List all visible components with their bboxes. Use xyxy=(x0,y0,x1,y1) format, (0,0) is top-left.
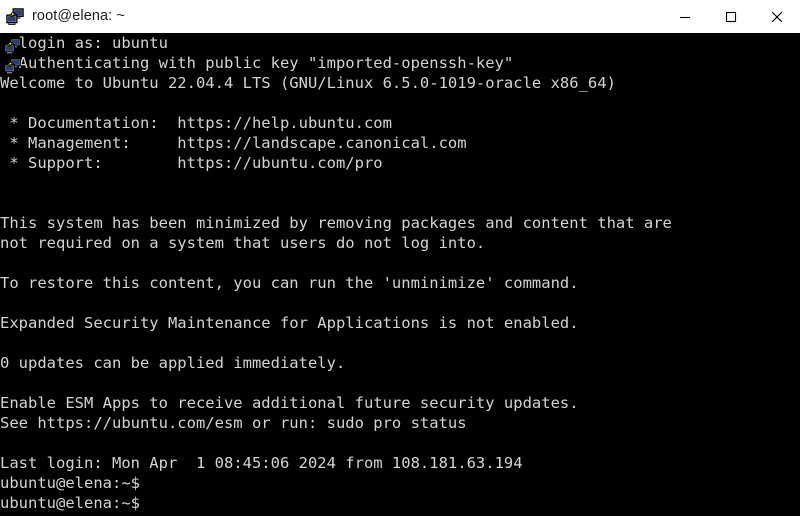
maximize-icon xyxy=(725,11,737,22)
terminal-line: ubuntu@elena:~$ xyxy=(0,494,140,512)
minimize-icon xyxy=(680,16,690,18)
window-titlebar[interactable]: root@elena: ~ xyxy=(0,0,800,33)
putty-icon xyxy=(6,7,24,25)
putty-terminal-window: root@elena: ~ login as: ubuntu Authentic… xyxy=(0,0,800,516)
terminal-line: * Documentation: https://help.ubuntu.com xyxy=(0,114,392,132)
terminal-line: Welcome to Ubuntu 22.04.4 LTS (GNU/Linux… xyxy=(0,74,616,92)
terminal-line: This system has been minimized by removi… xyxy=(0,214,672,232)
terminal-line: * Support: https://ubuntu.com/pro xyxy=(0,154,383,172)
minimize-button[interactable] xyxy=(662,0,708,33)
terminal-line: 0 updates can be applied immediately. xyxy=(0,354,346,372)
terminal-line: Last login: Mon Apr 1 08:45:06 2024 from… xyxy=(0,454,523,472)
terminal-line: See https://ubuntu.com/esm or run: sudo … xyxy=(0,414,467,432)
terminal-line: * Management: https://landscape.canonica… xyxy=(0,134,467,152)
close-button[interactable] xyxy=(754,0,800,33)
terminal-output: login as: ubuntu Authenticating with pub… xyxy=(0,33,672,513)
terminal-line: Expanded Security Maintenance for Applic… xyxy=(0,314,579,332)
window-controls xyxy=(662,0,800,33)
terminal-screen[interactable]: login as: ubuntu Authenticating with pub… xyxy=(0,33,800,516)
terminal-line: login as: ubuntu xyxy=(0,34,168,52)
maximize-button[interactable] xyxy=(708,0,754,33)
close-icon xyxy=(771,11,783,22)
terminal-line: not required on a system that users do n… xyxy=(0,234,486,252)
terminal-line: ubuntu@elena:~$ xyxy=(0,474,140,492)
terminal-line: Authenticating with public key "imported… xyxy=(0,54,514,72)
terminal-line: To restore this content, you can run the… xyxy=(0,274,579,292)
window-title: root@elena: ~ xyxy=(32,8,126,25)
terminal-line: Enable ESM Apps to receive additional fu… xyxy=(0,394,579,412)
